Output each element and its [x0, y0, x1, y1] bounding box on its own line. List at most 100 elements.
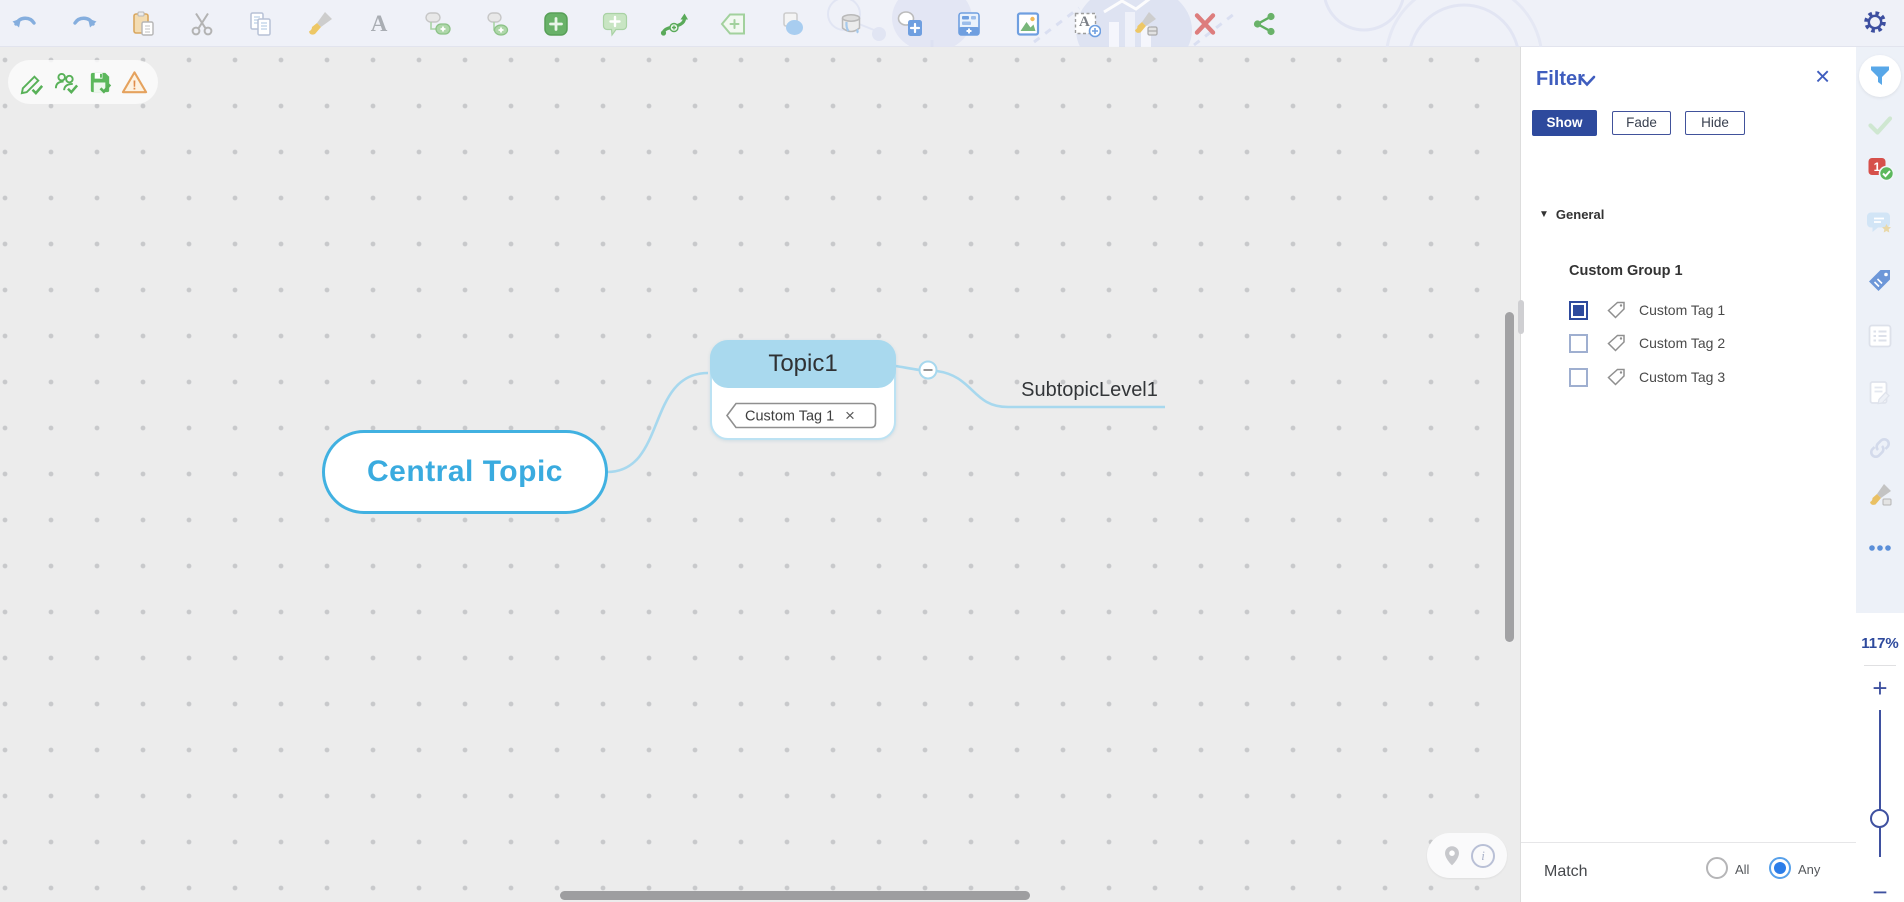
custom-tag-1-checkbox[interactable]	[1569, 301, 1588, 320]
chevron-down-icon[interactable]	[1578, 75, 1596, 87]
topic1-header[interactable]: Topic1	[710, 340, 896, 388]
horizontal-scrollbar[interactable]	[560, 891, 1030, 900]
info-button[interactable]: i	[1471, 844, 1495, 868]
undo-icon	[11, 10, 39, 38]
match-all-radio[interactable]	[1706, 857, 1728, 879]
insert-topic-icon	[424, 10, 452, 38]
mindmap-edges	[0, 47, 1520, 902]
style-brush-icon[interactable]	[1866, 481, 1894, 509]
panel-resize-handle[interactable]	[1518, 300, 1524, 334]
tag-remove-icon[interactable]: ×	[845, 406, 855, 425]
shapes-icon	[778, 10, 806, 38]
match-label: Match	[1544, 863, 1588, 881]
settings-button[interactable]	[1862, 9, 1888, 35]
custom-tag-2-label[interactable]: Custom Tag 2	[1639, 335, 1725, 351]
comment-star-icon[interactable]	[1866, 209, 1894, 237]
match-any-label[interactable]: Any	[1798, 862, 1820, 877]
filter-tab-icon[interactable]	[1866, 62, 1894, 90]
outline-list-icon[interactable]	[1866, 322, 1894, 350]
collapse-triangle-icon: ▼	[1539, 209, 1549, 220]
relationship-button[interactable]	[660, 10, 688, 38]
undo-button[interactable]	[11, 10, 39, 38]
insert-subtopic-button[interactable]	[483, 10, 511, 38]
zoom-slider-track[interactable]	[1879, 710, 1881, 857]
fill-color-button[interactable]	[837, 10, 865, 38]
topic1-node[interactable]: Topic1 Custom Tag 1 ×	[710, 340, 896, 440]
copy-button[interactable]	[247, 10, 275, 38]
mindmap-canvas[interactable]: ! Central Topic Topic1 Custom Tag 1 × Su…	[0, 47, 1520, 902]
fill-color-icon	[837, 10, 865, 38]
font-button[interactable]: A	[365, 10, 393, 38]
paste-icon	[129, 10, 157, 38]
zoom-in-button[interactable]: +	[1856, 675, 1904, 701]
insert-image-button[interactable]	[1014, 10, 1042, 38]
section-general[interactable]: ▼ General	[1539, 207, 1604, 222]
subtopic-node[interactable]: SubtopicLevel1	[1012, 379, 1167, 402]
shapes-button[interactable]	[778, 10, 806, 38]
collapse-button[interactable]	[920, 362, 937, 379]
central-topic-node[interactable]: Central Topic	[322, 430, 608, 514]
paste-button[interactable]	[129, 10, 157, 38]
clear-format-icon	[1132, 10, 1160, 38]
topic1-tag[interactable]: Custom Tag 1 ×	[725, 402, 878, 434]
filter-mode-show-button[interactable]: Show	[1532, 110, 1597, 136]
insert-subtopic-icon	[483, 10, 511, 38]
custom-tag-2-checkbox[interactable]	[1569, 334, 1588, 353]
custom-group-title: Custom Group 1	[1569, 263, 1683, 279]
divider	[1864, 665, 1896, 666]
summary-icon	[955, 10, 983, 38]
share-button[interactable]	[1250, 10, 1278, 38]
tag-tab-icon[interactable]	[1866, 267, 1894, 295]
tag-icon	[1607, 368, 1626, 386]
link-icon[interactable]	[1866, 434, 1894, 462]
redo-button[interactable]	[70, 10, 98, 38]
canvas-quick-tools: i	[1427, 833, 1507, 878]
custom-tag-3-label[interactable]: Custom Tag 3	[1639, 369, 1725, 385]
match-any-radio[interactable]	[1769, 857, 1791, 879]
insert-topic-button[interactable]	[424, 10, 452, 38]
add-callout-icon	[601, 10, 629, 38]
task-priority-icon[interactable]: 1	[1866, 154, 1894, 182]
relationship-icon	[660, 10, 688, 38]
share-icon	[1250, 10, 1278, 38]
vertical-scrollbar[interactable]	[1505, 312, 1514, 642]
topic1-text: Topic1	[768, 350, 837, 378]
font-icon: A	[371, 12, 388, 35]
text-box-letter: A	[1079, 14, 1090, 31]
zoom-out-button[interactable]: −	[1856, 879, 1904, 902]
subtopic-text: SubtopicLevel1	[1021, 379, 1158, 401]
delete-icon	[1191, 10, 1219, 38]
copy-icon	[247, 10, 275, 38]
zoom-level: 117%	[1856, 635, 1904, 652]
add-topic-button[interactable]	[542, 10, 570, 38]
central-topic-text: Central Topic	[367, 455, 563, 489]
close-panel-button[interactable]: ×	[1815, 63, 1830, 89]
filter-mode-hide-button[interactable]: Hide	[1685, 111, 1745, 135]
select-check-icon[interactable]	[1866, 111, 1894, 139]
cut-button[interactable]	[188, 10, 216, 38]
text-box-button[interactable]: A	[1073, 10, 1101, 38]
section-general-label: General	[1556, 207, 1604, 222]
tag-icon	[1607, 301, 1626, 319]
custom-tag-1-label[interactable]: Custom Tag 1	[1639, 302, 1725, 318]
match-all-label[interactable]: All	[1735, 862, 1749, 877]
format-painter-button[interactable]	[306, 10, 334, 38]
filter-tag-row-1: Custom Tag 1	[1569, 299, 1799, 321]
zoom-slider-handle[interactable]	[1870, 809, 1889, 828]
right-icon-sidebar: 1 117% + −	[1856, 47, 1904, 902]
filter-mode-fade-button[interactable]: Fade	[1612, 111, 1671, 135]
add-callout-button[interactable]	[601, 10, 629, 38]
delete-button[interactable]	[1191, 10, 1219, 38]
add-label-icon	[719, 10, 747, 38]
locate-pin-button[interactable]	[1439, 843, 1465, 869]
insert-image-icon	[1014, 10, 1042, 38]
clear-format-button[interactable]	[1132, 10, 1160, 38]
custom-tag-3-checkbox[interactable]	[1569, 368, 1588, 387]
add-shape-button[interactable]	[896, 10, 924, 38]
notes-icon[interactable]	[1866, 379, 1894, 407]
more-options-icon[interactable]	[1866, 534, 1894, 562]
top-toolbar: A A	[0, 0, 1904, 47]
summary-button[interactable]	[955, 10, 983, 38]
add-label-button[interactable]	[719, 10, 747, 38]
format-painter-icon	[306, 10, 334, 38]
